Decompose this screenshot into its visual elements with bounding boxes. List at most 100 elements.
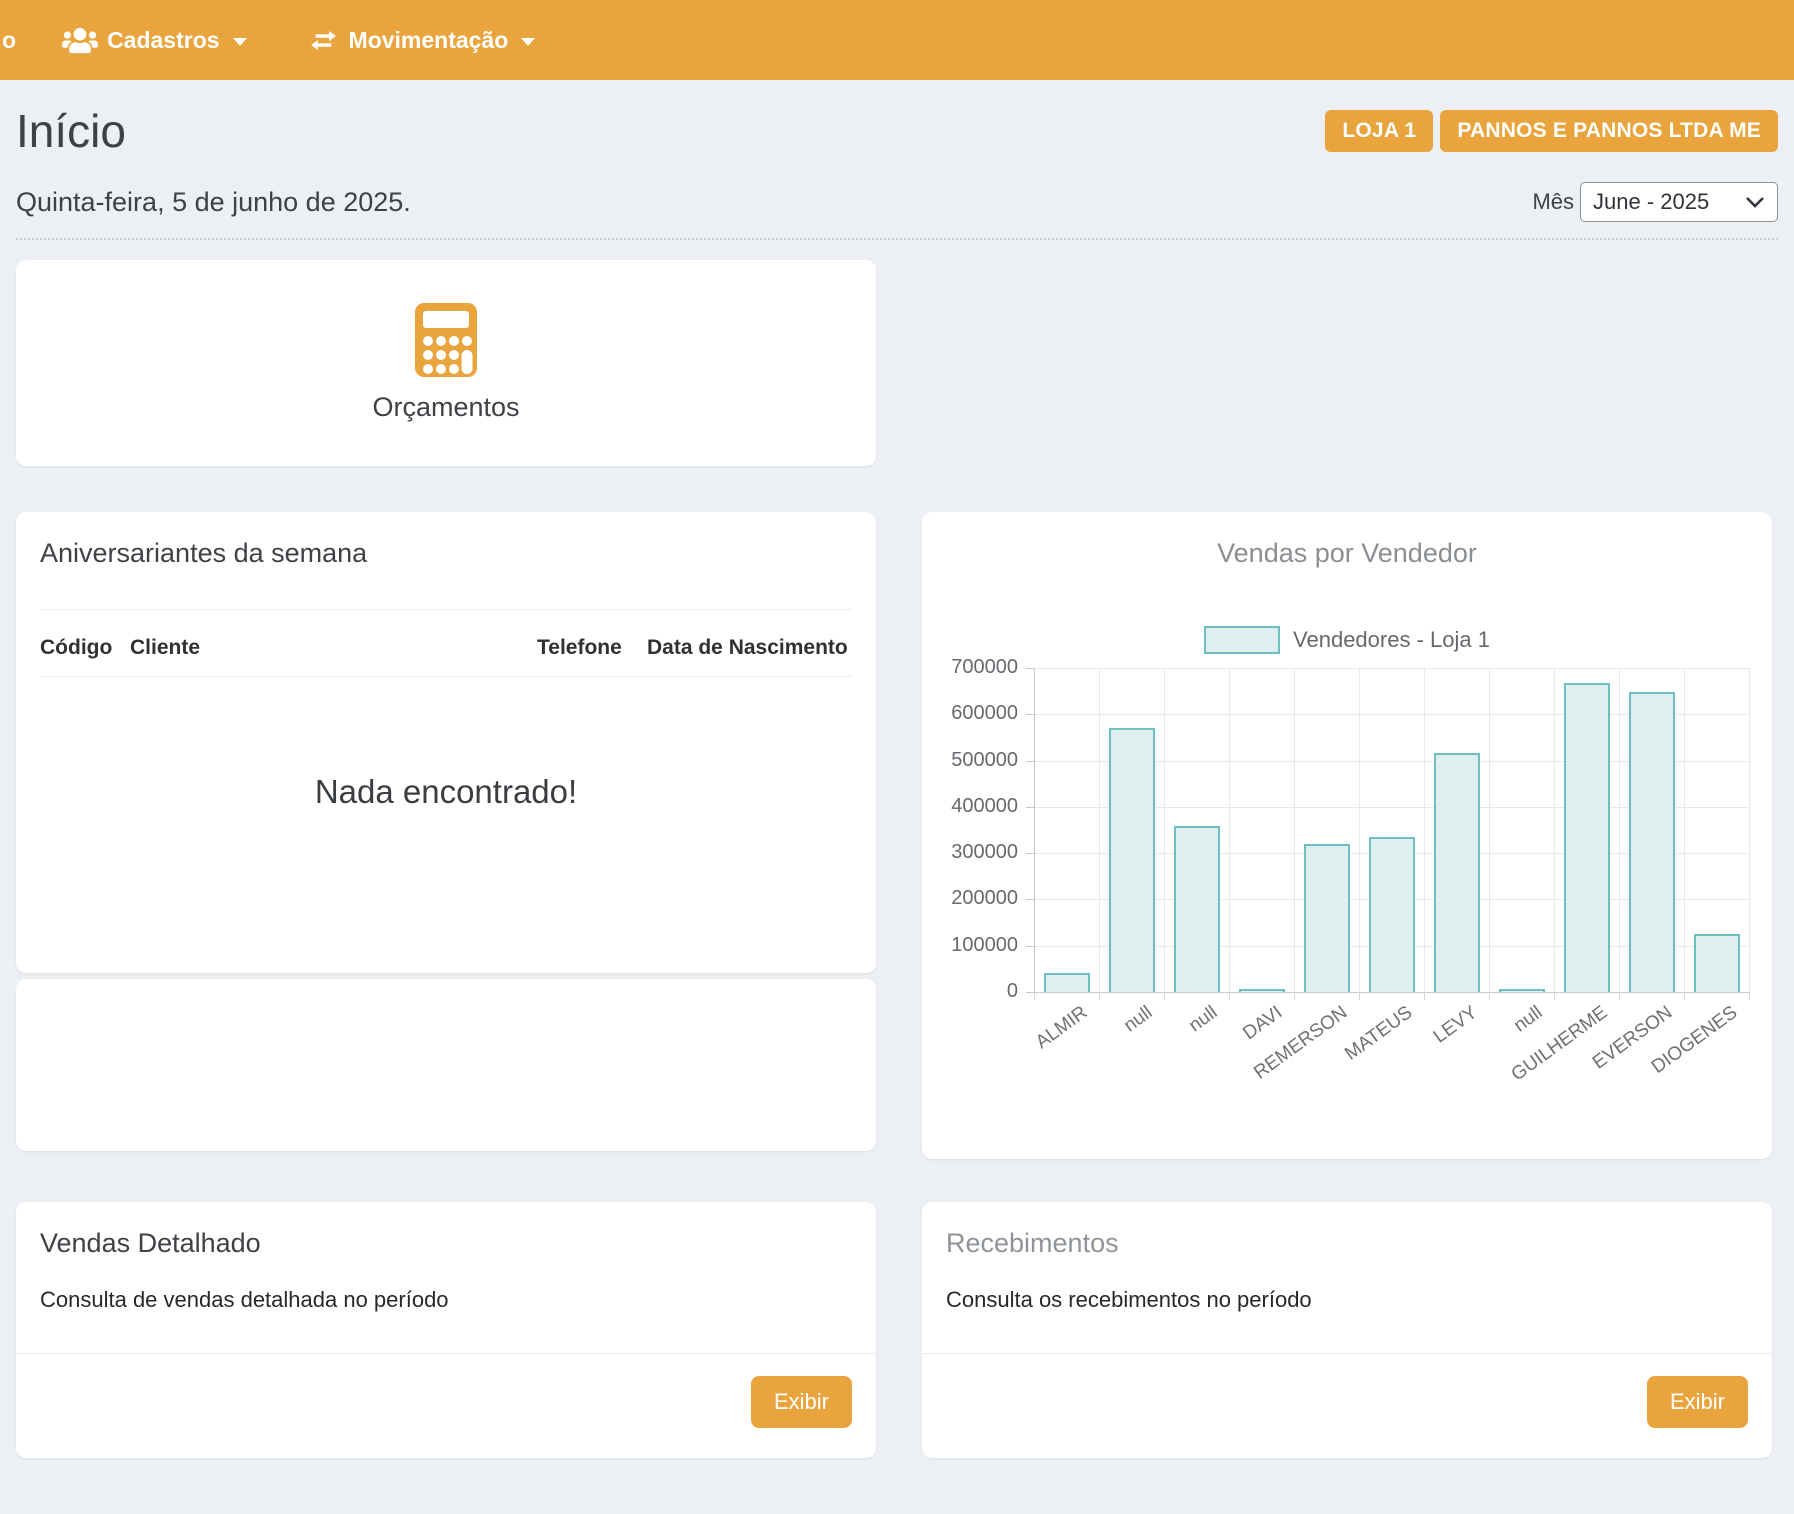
y-axis-label: 0 <box>928 980 1018 1003</box>
month-picker: Mês June - 2025 <box>1532 182 1778 222</box>
x-axis-label: GUILHERME <box>1492 1002 1612 1097</box>
x-axis-label: ALMIR <box>972 1002 1092 1097</box>
x-axis-label: null <box>1427 1002 1547 1097</box>
store-button[interactable]: LOJA 1 <box>1325 110 1433 152</box>
orcamentos-shortcut-card[interactable]: Orçamentos <box>16 260 876 466</box>
bottom-row: Vendas Detalhado Consulta de vendas deta… <box>16 1202 1778 1458</box>
x-axis-label: MATEUS <box>1297 1002 1417 1097</box>
x-axis-tick <box>1359 992 1360 1000</box>
empty-table-message: Nada encontrado! <box>40 773 852 811</box>
header-buttons: LOJA 1 PANNOS E PANNOS LTDA ME <box>1325 110 1778 152</box>
x-axis-tick <box>1099 992 1100 1000</box>
caret-down-icon <box>233 38 247 46</box>
x-axis-tick <box>1749 992 1750 1000</box>
recebimentos-exibir-button[interactable]: Exibir <box>1647 1376 1748 1428</box>
x-axis-tick <box>1619 992 1620 1000</box>
chart-title: Vendas por Vendedor <box>946 538 1748 569</box>
column-header-codigo: Código <box>40 610 130 677</box>
y-axis-tick <box>1026 853 1034 854</box>
birthdays-card: Aniversariantes da semana Código Cliente… <box>16 512 876 973</box>
date-row: Quinta-feira, 5 de junho de 2025. Mês Ju… <box>16 182 1778 240</box>
y-axis-tick <box>1026 807 1034 808</box>
chevron-down-icon <box>1745 196 1765 208</box>
y-axis-tick <box>1026 992 1034 993</box>
exchange-arrows-icon <box>307 27 340 54</box>
y-axis-label: 700000 <box>928 656 1018 679</box>
column-header-telefone: Telefone <box>537 610 647 677</box>
x-axis-label: null <box>1102 1002 1222 1097</box>
nav-item-cadastros[interactable]: Cadastros <box>62 26 246 55</box>
gridline-vertical <box>1359 668 1360 992</box>
x-axis-label: DAVI <box>1167 1002 1287 1097</box>
gridline-vertical <box>1099 668 1100 992</box>
gridline-vertical <box>1164 668 1165 992</box>
chart-bar <box>1499 989 1545 992</box>
gridline-vertical <box>1294 668 1295 992</box>
x-axis-tick <box>1164 992 1165 1000</box>
y-axis-tick <box>1026 714 1034 715</box>
y-axis-tick <box>1026 899 1034 900</box>
legend-label: Vendedores - Loja 1 <box>1293 627 1490 653</box>
recebimentos-card: Recebimentos Consulta os recebimentos no… <box>922 1202 1772 1458</box>
users-icon <box>62 26 98 55</box>
recebimentos-description: Consulta os recebimentos no período <box>946 1287 1748 1313</box>
company-button[interactable]: PANNOS E PANNOS LTDA ME <box>1440 110 1778 152</box>
orcamentos-label: Orçamentos <box>372 392 519 423</box>
gridline-vertical <box>1424 668 1425 992</box>
gridline-vertical <box>1489 668 1490 992</box>
vendas-detalhado-description: Consulta de vendas detalhada no período <box>40 1287 852 1313</box>
gridline-vertical <box>1619 668 1620 992</box>
page-content: Início LOJA 1 PANNOS E PANNOS LTDA ME Qu… <box>0 104 1794 1458</box>
chart-bar <box>1629 692 1675 992</box>
nav-item-movimentacao[interactable]: Movimentação <box>307 27 536 54</box>
gridline-vertical <box>1229 668 1230 992</box>
chart-bar <box>1369 837 1415 992</box>
chart-bar <box>1044 973 1090 992</box>
chart-bar <box>1109 728 1155 992</box>
recebimentos-title: Recebimentos <box>946 1228 1748 1259</box>
empty-panel <box>16 979 876 1151</box>
chart-bar <box>1304 844 1350 992</box>
birthdays-title: Aniversariantes da semana <box>40 538 852 569</box>
x-axis-tick <box>1489 992 1490 1000</box>
chart-legend: Vendedores - Loja 1 <box>922 626 1772 654</box>
chart-bar <box>1239 989 1285 992</box>
gridline-horizontal <box>1034 668 1749 669</box>
x-axis-label: LEVY <box>1362 1002 1482 1097</box>
vendas-detalhado-title: Vendas Detalhado <box>40 1228 852 1259</box>
nav-item-label: Movimentação <box>349 27 509 54</box>
x-axis-tick <box>1554 992 1555 1000</box>
divider <box>16 1353 876 1354</box>
chart-bar <box>1564 683 1610 992</box>
caret-down-icon <box>521 38 535 46</box>
x-axis-label: REMERSON <box>1232 1002 1352 1097</box>
calculator-icon <box>415 303 477 377</box>
nav-item-partial[interactable]: o <box>2 27 16 54</box>
gridline-vertical <box>1749 668 1750 992</box>
month-select[interactable]: June - 2025 <box>1580 182 1778 222</box>
nav-item-label: Cadastros <box>107 27 219 54</box>
y-axis-label: 300000 <box>928 841 1018 864</box>
x-axis-label: DIOGENES <box>1622 1002 1742 1097</box>
x-axis-tick <box>1034 992 1035 1000</box>
y-axis-tick <box>1026 761 1034 762</box>
gridline-vertical <box>1554 668 1555 992</box>
birthdays-table: Código Cliente Telefone Data de Nascimen… <box>40 610 852 677</box>
gridline-vertical <box>1034 668 1035 992</box>
vendas-detalhado-exibir-button[interactable]: Exibir <box>751 1376 852 1428</box>
column-header-cliente: Cliente <box>130 610 537 677</box>
vendas-detalhado-card: Vendas Detalhado Consulta de vendas deta… <box>16 1202 876 1458</box>
top-navbar: o Cadastros Movimentação <box>0 0 1794 80</box>
x-axis-label: null <box>1037 1002 1157 1097</box>
chart-plot: 0100000200000300000400000500000600000700… <box>1034 668 1749 992</box>
y-axis-label: 500000 <box>928 749 1018 772</box>
divider <box>922 1353 1772 1354</box>
y-axis-tick <box>1026 668 1034 669</box>
y-axis-label: 400000 <box>928 795 1018 818</box>
column-header-nascimento: Data de Nascimento <box>647 610 852 677</box>
gridline-horizontal <box>1034 992 1749 993</box>
page-title: Início <box>16 104 126 158</box>
y-axis-label: 600000 <box>928 702 1018 725</box>
birthdays-column: Aniversariantes da semana Código Cliente… <box>16 512 876 1151</box>
middle-row: Aniversariantes da semana Código Cliente… <box>16 512 1778 1159</box>
